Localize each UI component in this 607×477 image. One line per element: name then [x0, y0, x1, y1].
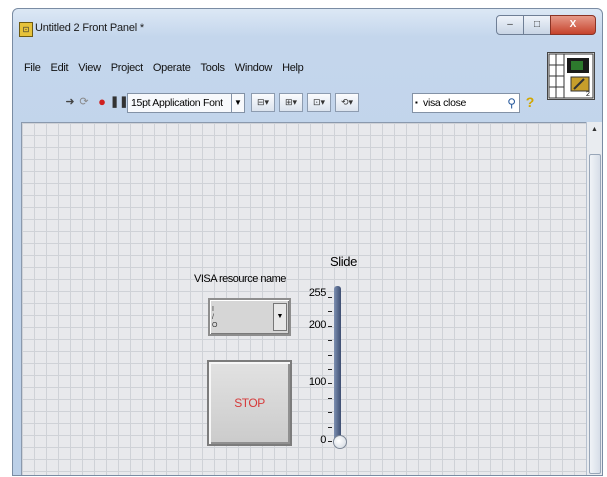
scroll-up-icon[interactable]: ▲	[587, 126, 602, 133]
close-button[interactable]: X	[550, 15, 596, 35]
abort-execution-icon[interactable]: ●	[95, 93, 109, 111]
slide-tick-mark	[328, 397, 332, 399]
visa-io-icon: I / O	[212, 306, 218, 329]
slide-tick-mark	[328, 383, 332, 385]
slide-tick-mark	[328, 296, 332, 298]
front-panel-canvas[interactable]	[21, 122, 586, 475]
slide-tick-mark	[328, 340, 332, 342]
resize-objects-icon[interactable]: ⊡▾	[307, 93, 331, 112]
magnifier-icon[interactable]: ⚲	[507, 94, 516, 112]
menu-help[interactable]: Help	[277, 59, 308, 77]
window-controls: – □ X	[496, 15, 596, 35]
window-title: Untitled 2 Front Panel *	[35, 22, 144, 34]
menu-bar: File Edit View Project Operate Tools Win…	[19, 59, 309, 77]
menu-view[interactable]: View	[73, 59, 105, 77]
menu-file[interactable]: File	[19, 59, 46, 77]
menu-project[interactable]: Project	[106, 59, 148, 77]
maximize-button[interactable]: □	[523, 15, 551, 35]
slide-knob[interactable]	[333, 435, 347, 449]
menu-operate[interactable]: Operate	[148, 59, 196, 77]
reorder-icon[interactable]: ⟲▾	[335, 93, 359, 112]
title-bar[interactable]: ⊡ Untitled 2 Front Panel * – □ X	[13, 9, 602, 49]
align-objects-icon[interactable]: ⊟▾	[251, 93, 275, 112]
pause-icon[interactable]: ❚❚	[110, 93, 128, 111]
search-input[interactable]: ▪ visa close ⚲	[412, 93, 520, 113]
stop-button[interactable]: STOP	[207, 360, 292, 446]
chevron-down-icon: ▼	[231, 94, 244, 112]
slide-tick-mark	[328, 412, 332, 414]
stop-button-label: STOP	[234, 396, 265, 410]
slide-tick-label: 100	[308, 376, 327, 389]
slide-tick-mark	[328, 426, 332, 428]
search-dropdown-icon: ▪	[415, 98, 418, 107]
slide-tick-mark	[328, 311, 332, 313]
run-continuously-icon[interactable]: ⟳	[77, 93, 91, 111]
slide-tick-mark	[328, 325, 332, 327]
slide-tick-label: 200	[308, 318, 327, 331]
front-panel-window: ⊡ Untitled 2 Front Panel * – □ X File Ed…	[12, 8, 603, 476]
vertical-scrollbar[interactable]: ▲ ≡	[586, 122, 602, 475]
slide-track[interactable]	[334, 286, 341, 446]
font-selector[interactable]: 15pt Application Font ▼	[127, 93, 245, 113]
context-help-icon[interactable]: ?	[522, 93, 538, 111]
slide-tick-mark	[328, 441, 332, 442]
scrollbar-thumb[interactable]: ≡	[589, 154, 601, 474]
slide-label: Slide	[330, 254, 357, 269]
minimize-button[interactable]: –	[496, 15, 524, 35]
run-arrow-icon[interactable]: ➜	[63, 93, 77, 111]
labview-vi-icon: ⊡	[19, 22, 33, 37]
slide-tick-label: 255	[308, 287, 327, 299]
font-selector-value: 15pt Application Font	[131, 97, 223, 109]
menu-edit[interactable]: Edit	[46, 59, 74, 77]
visa-resource-control[interactable]: I / O ▼	[208, 298, 291, 336]
slide-tick-label: 0	[320, 434, 326, 446]
visa-resource-label: VISA resource name	[194, 273, 286, 285]
menu-window[interactable]: Window	[230, 59, 277, 77]
search-value: visa close	[423, 97, 467, 109]
menu-tools[interactable]: Tools	[196, 59, 230, 77]
slide-tick-mark	[328, 354, 332, 356]
chevron-down-icon[interactable]: ▼	[273, 303, 287, 331]
slide-tick-mark	[328, 368, 332, 370]
distribute-objects-icon[interactable]: ⊞▾	[279, 93, 303, 112]
